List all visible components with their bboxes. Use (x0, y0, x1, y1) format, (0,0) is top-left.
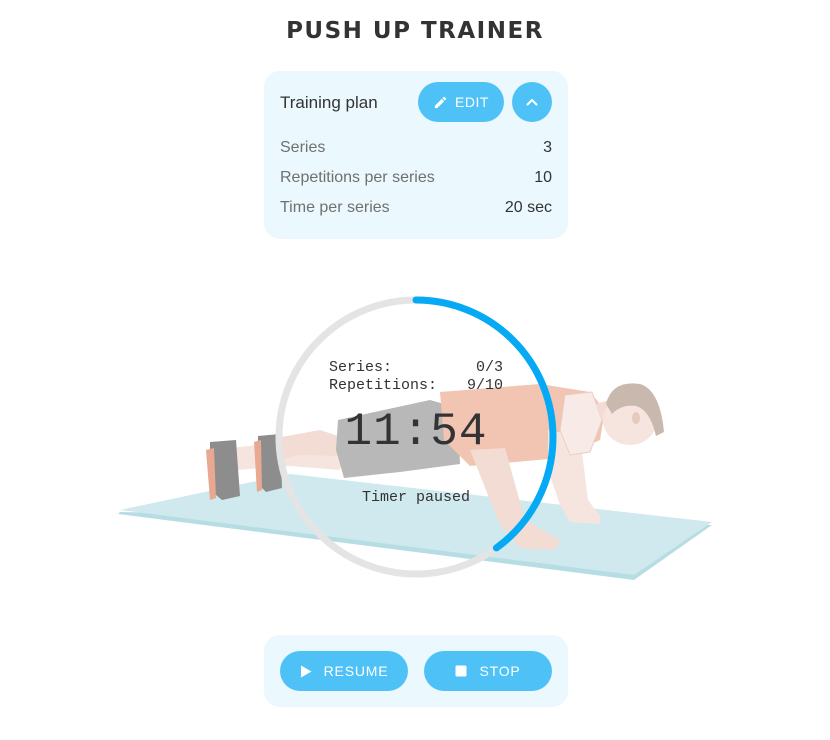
timer-clock: 11:54 (344, 406, 488, 458)
controls-card: RESUME STOP (264, 635, 568, 707)
stop-icon (455, 665, 467, 677)
stop-button-label: STOP (479, 663, 521, 679)
series-label: Series: (329, 359, 393, 376)
resume-button-label: RESUME (323, 663, 389, 679)
series-value: 0/3 (475, 359, 503, 376)
play-icon (300, 665, 312, 678)
repetitions-counter: Repetitions: 9/10 (329, 377, 503, 394)
repetitions-value: 9/10 (466, 377, 503, 394)
stop-button[interactable]: STOP (424, 651, 552, 691)
repetitions-label: Repetitions: (329, 377, 438, 394)
resume-button[interactable]: RESUME (280, 651, 408, 691)
timer-status: Timer paused (361, 489, 471, 506)
series-counter: Series: 0/3 (329, 359, 503, 376)
